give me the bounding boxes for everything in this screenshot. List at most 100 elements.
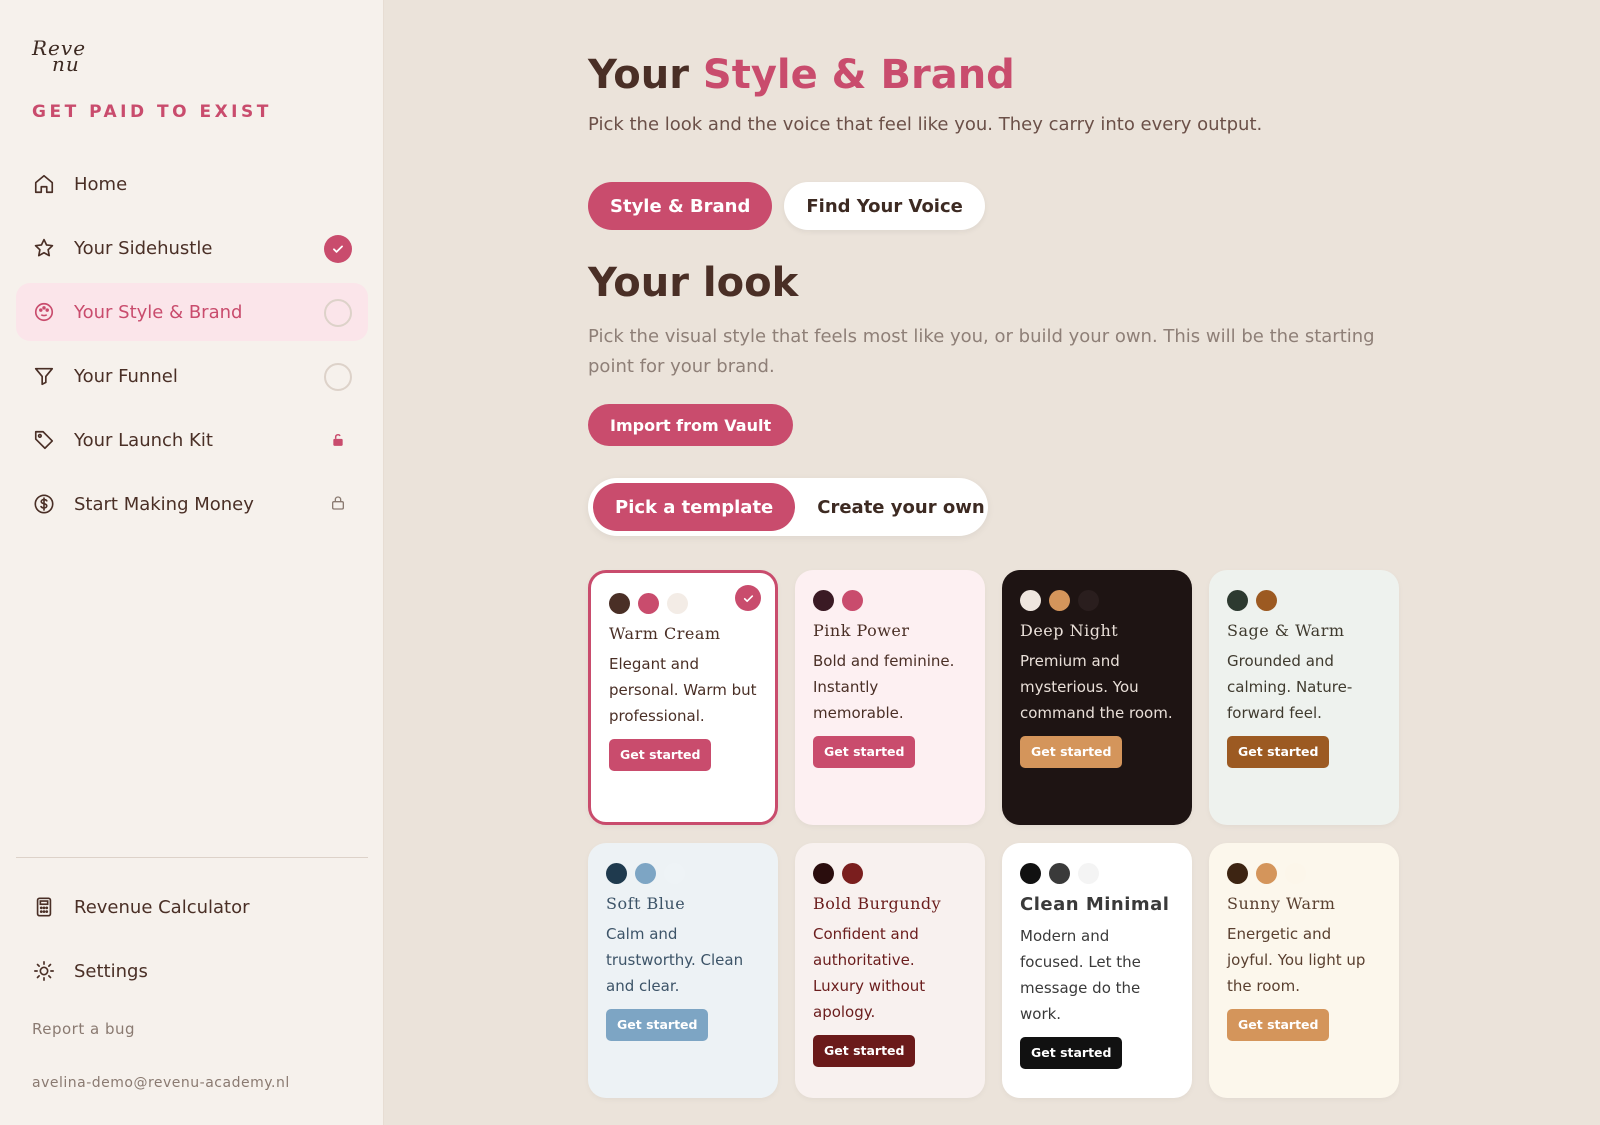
template-card-bold-burgundy[interactable]: Bold Burgundy Confident and authoritativ… <box>795 843 985 1098</box>
get-started-button[interactable]: Get started <box>609 739 712 771</box>
import-from-vault-button[interactable]: Import from Vault <box>588 404 794 446</box>
template-description: Grounded and calming. Nature-forward fee… <box>1227 652 1353 722</box>
page-subtitle: Pick the look and the voice that feel li… <box>588 114 1263 135</box>
section-subtitle: Pick the visual style that feels most li… <box>588 326 1375 377</box>
template-name: Sage & Warm <box>1227 621 1345 640</box>
color-swatch <box>1078 863 1099 884</box>
template-description: Calm and trustworthy. Clean and clear. <box>606 925 744 995</box>
sidebar: Reve nu GET PAID TO EXIST Home Your Side… <box>0 0 384 1125</box>
sidebar-item-label: Home <box>74 173 128 195</box>
color-swatch <box>1227 863 1248 884</box>
get-started-button[interactable]: Get started <box>813 1035 916 1067</box>
color-swatches <box>1020 863 1174 884</box>
color-swatch <box>842 590 863 611</box>
color-swatches <box>1020 590 1174 611</box>
get-started-button[interactable]: Get started <box>813 736 916 768</box>
sidebar-item-label: Revenue Calculator <box>74 896 250 918</box>
sidebar-item-label: Start Making Money <box>74 493 254 515</box>
color-swatches <box>1227 863 1381 884</box>
color-swatches <box>606 863 760 884</box>
sidebar-nav: Home Your Sidehustle Your Style & Brand <box>16 155 368 539</box>
color-swatch <box>813 590 834 611</box>
template-description: Confident and authoritative. Luxury with… <box>813 925 926 1021</box>
check-icon <box>324 235 352 263</box>
sidebar-item-label: Settings <box>74 960 148 982</box>
template-card-sage-warm[interactable]: Sage & Warm Grounded and calming. Nature… <box>1209 570 1399 825</box>
template-name: Warm Cream <box>609 624 721 643</box>
template-card-soft-blue[interactable]: Soft Blue Calm and trustworthy. Clean an… <box>588 843 778 1098</box>
report-bug-link[interactable]: Report a bug <box>32 1020 135 1038</box>
template-card-warm-cream[interactable]: Warm Cream Elegant and personal. Warm bu… <box>588 570 778 825</box>
sidebar-item-settings[interactable]: Settings <box>16 942 368 1000</box>
color-swatch <box>1227 590 1248 611</box>
template-name: Clean Minimal <box>1020 894 1170 915</box>
color-swatch <box>638 593 659 614</box>
color-swatches <box>813 863 967 884</box>
completed-badge <box>324 235 352 263</box>
sun-gear-icon <box>32 959 56 983</box>
sidebar-item-label: Your Style & Brand <box>74 301 243 323</box>
dollar-circle-icon <box>32 492 56 516</box>
calculator-icon <box>32 895 56 919</box>
pick-template-button[interactable]: Pick a template <box>593 483 796 531</box>
template-name: Pink Power <box>813 621 910 640</box>
tab-find-your-voice[interactable]: Find Your Voice <box>784 182 985 230</box>
page-title-prefix: Your <box>588 52 703 98</box>
template-grid: Warm Cream Elegant and personal. Warm bu… <box>588 570 1408 1100</box>
color-swatch <box>842 863 863 884</box>
color-swatch <box>1049 590 1070 611</box>
create-own-button[interactable]: Create your own <box>795 483 1006 531</box>
tab-style-brand[interactable]: Style & Brand <box>588 182 773 230</box>
template-mode-toggle: Pick a template Create your own <box>588 478 988 536</box>
color-swatch <box>1049 863 1070 884</box>
get-started-button[interactable]: Get started <box>1227 736 1330 768</box>
get-started-button[interactable]: Get started <box>606 1009 709 1041</box>
sidebar-divider <box>16 857 368 858</box>
sidebar-item-home[interactable]: Home <box>16 155 368 213</box>
unlock-icon <box>331 432 345 451</box>
home-icon <box>32 172 56 196</box>
get-started-button[interactable]: Get started <box>1227 1009 1330 1041</box>
revenu-logo[interactable]: Reve nu <box>32 38 86 74</box>
sidebar-item-revenue-calculator[interactable]: Revenue Calculator <box>16 878 368 936</box>
tagline: GET PAID TO EXIST <box>32 102 272 122</box>
get-started-button[interactable]: Get started <box>1020 1037 1123 1069</box>
empty-circle-icon <box>324 299 352 327</box>
template-description: Modern and focused. Let the message do t… <box>1020 927 1141 1023</box>
page-title: Your Style & Brand <box>588 52 1015 98</box>
page-title-accent: Style & Brand <box>702 52 1015 98</box>
sidebar-item-launch-kit[interactable]: Your Launch Kit <box>16 411 368 469</box>
template-card-sunny-warm[interactable]: Sunny Warm Energetic and joyful. You lig… <box>1209 843 1399 1098</box>
color-swatch <box>1285 590 1306 611</box>
star-icon <box>32 236 56 260</box>
lock-icon <box>330 495 346 515</box>
sidebar-item-sidehustle[interactable]: Your Sidehustle <box>16 219 368 277</box>
color-swatch <box>1256 590 1277 611</box>
incomplete-badge <box>324 363 352 391</box>
sidebar-item-label: Your Sidehustle <box>74 237 213 259</box>
sidebar-item-funnel[interactable]: Your Funnel <box>16 347 368 405</box>
get-started-button[interactable]: Get started <box>1020 736 1123 768</box>
funnel-icon <box>32 364 56 388</box>
template-card-clean-minimal[interactable]: Clean Minimal Modern and focused. Let th… <box>1002 843 1192 1098</box>
template-description: Energetic and joyful. You light up the r… <box>1227 925 1366 995</box>
template-name: Deep Night <box>1020 621 1119 640</box>
template-name: Soft Blue <box>606 894 686 913</box>
color-swatch <box>1020 863 1041 884</box>
color-swatches <box>1227 590 1381 611</box>
template-description: Bold and feminine. Instantly memorable. <box>813 652 955 722</box>
color-swatch <box>813 863 834 884</box>
template-name: Sunny Warm <box>1227 894 1336 913</box>
sidebar-item-start-making-money[interactable]: Start Making Money <box>16 475 368 533</box>
empty-circle-icon <box>324 363 352 391</box>
color-swatches <box>813 590 967 611</box>
tab-bar: Style & Brand Find Your Voice <box>588 182 985 230</box>
sidebar-item-style-brand[interactable]: Your Style & Brand <box>16 283 368 341</box>
unlocked-badge <box>324 427 352 455</box>
template-card-deep-night[interactable]: Deep Night Premium and mysterious. You c… <box>1002 570 1192 825</box>
color-swatch <box>1285 863 1306 884</box>
sidebar-bottom-nav: Revenue Calculator Settings <box>16 878 368 1006</box>
template-card-pink-power[interactable]: Pink Power Bold and feminine. Instantly … <box>795 570 985 825</box>
selected-check-icon <box>735 585 761 611</box>
palette-icon <box>32 300 56 324</box>
